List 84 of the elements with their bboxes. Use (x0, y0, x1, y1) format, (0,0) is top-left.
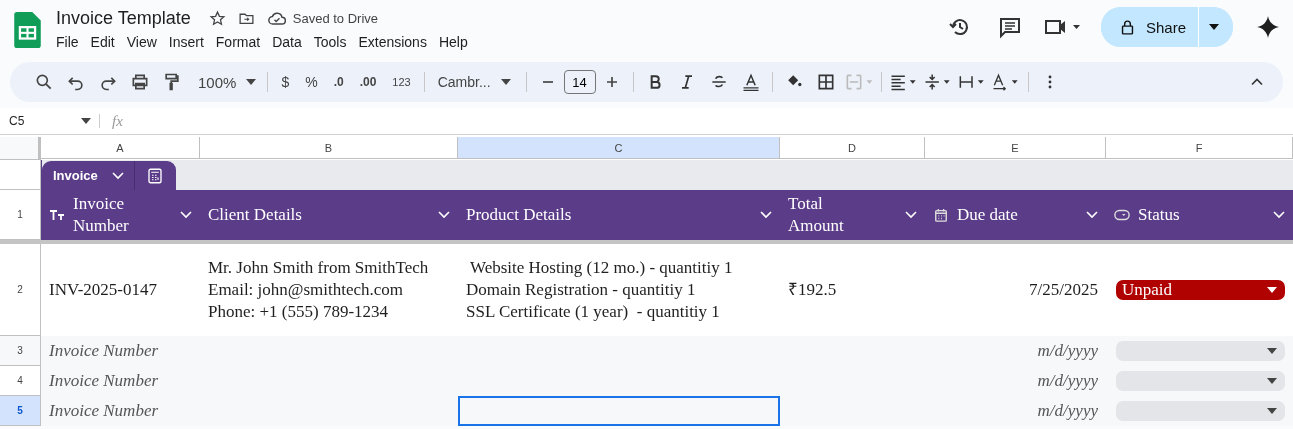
star-icon[interactable] (208, 10, 226, 27)
dropdown-chip-icon (1114, 208, 1130, 222)
search-icon[interactable] (34, 72, 54, 92)
row-header[interactable]: 1 (0, 190, 41, 240)
name-box[interactable]: C5 (0, 114, 100, 128)
cell-hint: m/d/yyyy (1037, 400, 1098, 422)
row-header[interactable]: 2 (0, 244, 41, 336)
menu-item[interactable]: Help (438, 32, 474, 52)
sparkle-icon[interactable] (1256, 15, 1280, 39)
cell-hint: Invoice Number (49, 400, 159, 422)
menu-item[interactable]: File (56, 32, 85, 52)
selected-cell[interactable] (458, 396, 780, 426)
print-icon[interactable] (130, 72, 150, 92)
menu-item[interactable]: Data (272, 32, 308, 52)
chevron-down-icon[interactable] (1086, 211, 1098, 219)
column-title: Due date (957, 204, 1018, 226)
caret-icon (81, 118, 91, 124)
text-type-icon (49, 208, 65, 222)
currency-format-button[interactable]: $ (281, 74, 290, 90)
column-title: Total Amount (788, 193, 845, 237)
table-cell: 7/25/2025 (1029, 279, 1098, 301)
cell-hint: m/d/yyyy (1037, 340, 1098, 362)
column-title: Status (1138, 204, 1180, 226)
caret-icon (500, 79, 511, 85)
column-header[interactable]: A (41, 137, 200, 159)
status-chip[interactable]: Unpaid (1116, 280, 1285, 300)
caret-icon (246, 79, 257, 85)
menu-item[interactable]: View (126, 32, 163, 52)
table-cell: ₹192.5 (788, 279, 837, 301)
caret-icon (1267, 348, 1277, 354)
cell-hint: m/d/yyyy (1037, 370, 1098, 392)
column-header[interactable]: D (780, 137, 925, 159)
chevron-down-icon[interactable] (760, 211, 772, 219)
table-header[interactable]: Client Details (200, 190, 458, 240)
chevron-down-icon[interactable] (905, 211, 917, 219)
calendar-icon (933, 208, 949, 222)
table-cell: INV-2025-0147 (49, 279, 157, 301)
caret-icon (1267, 408, 1277, 414)
decrease-decimal-button[interactable]: .0 (333, 75, 344, 89)
increase-decimal-button[interactable]: .00 (359, 75, 377, 89)
menu-item[interactable]: Format (215, 32, 267, 52)
caret-icon (1209, 24, 1219, 30)
table-cell: Mr. John Smith from SmithTech Email: john@smithtech.com Phone: +1 (555) 789-1234 (208, 257, 429, 323)
column-header[interactable]: B (200, 137, 458, 159)
document-title[interactable]: Invoice Template (56, 8, 191, 29)
menu-item[interactable]: Edit (90, 32, 121, 52)
row-header[interactable]: 5 (0, 396, 41, 426)
column-title: Product Details (466, 204, 572, 226)
cell-hint: Invoice Number (49, 370, 159, 392)
menu-item[interactable]: Extensions (358, 32, 433, 52)
caret-icon (1267, 287, 1277, 293)
column-title: Invoice Number (73, 193, 130, 237)
paint-roller-icon[interactable] (162, 72, 182, 92)
table-header[interactable]: Status (1106, 190, 1293, 240)
percent-format-button[interactable]: % (305, 74, 318, 90)
chevron-down-icon (111, 171, 124, 180)
chevron-down-icon[interactable] (1273, 211, 1285, 219)
table-cell: Website Hosting (12 mo.) - quantitiy 1 Domain Registration - quantitiy 1 SSL Certificate (1 year) - quantitiy 1 (466, 257, 733, 323)
row-header[interactable]: 3 (0, 336, 41, 366)
chevron-down-icon[interactable] (180, 211, 192, 219)
comment-icon[interactable] (997, 15, 1022, 39)
chevron-down-icon[interactable] (438, 211, 450, 219)
column-title: Client Details (208, 204, 302, 226)
column-header[interactable]: C (458, 137, 780, 159)
row-header[interactable]: 4 (0, 366, 41, 396)
number-format-button[interactable]: 123 (392, 76, 411, 88)
save-status: Saved to Drive (292, 11, 378, 26)
share-button[interactable]: Share (1100, 7, 1199, 47)
table-header[interactable]: Total Amount (780, 190, 925, 240)
table-header[interactable]: Due date (925, 190, 1106, 240)
font-select[interactable]: Cambr... (437, 74, 511, 90)
zoom-select[interactable]: 100% (198, 73, 257, 91)
table-header[interactable]: Invoice Number (41, 190, 200, 240)
formula-label: fx (112, 112, 123, 130)
font-size-field[interactable]: 14 (563, 70, 596, 94)
menu-item[interactable]: Insert (168, 32, 210, 52)
caret-icon (1267, 378, 1277, 384)
sheets-logo-icon[interactable] (14, 12, 41, 48)
calculator-icon[interactable] (145, 166, 164, 185)
table-header[interactable]: Product Details (458, 190, 780, 240)
menu-item[interactable]: Tools (313, 32, 353, 52)
cell-hint: Invoice Number (49, 340, 159, 362)
column-header[interactable]: E (925, 137, 1106, 159)
column-header[interactable]: F (1106, 137, 1293, 159)
